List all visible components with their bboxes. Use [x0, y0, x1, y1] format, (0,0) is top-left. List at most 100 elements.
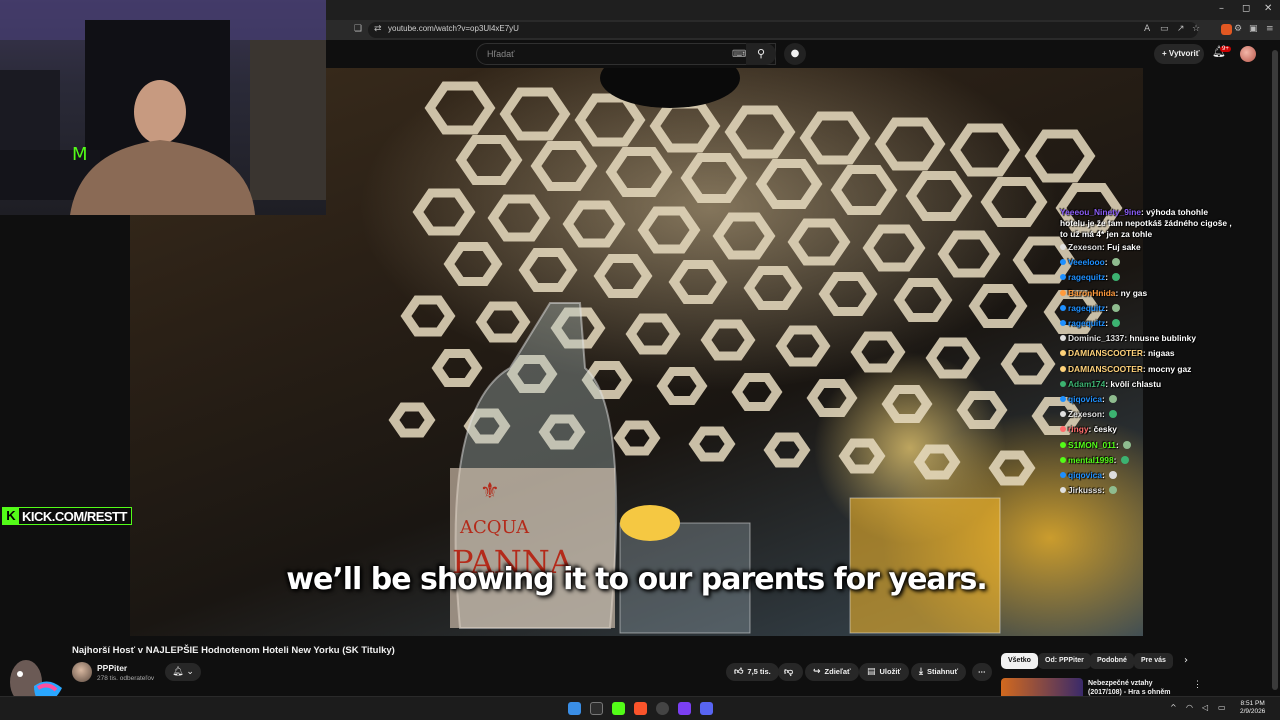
recommended-thumbnail[interactable] — [1001, 678, 1083, 696]
kick-url: KICK.COM/RESTT — [22, 508, 127, 524]
start-icon[interactable] — [568, 702, 581, 715]
video-info-panel: Najhorší Hosť v NAJLEPŠIE Hodnotenom Hot… — [0, 636, 1280, 696]
chat-username: Yeeeou_Ninety_9ine — [1060, 207, 1141, 217]
chip-for-you[interactable]: Pre vás — [1134, 653, 1173, 669]
lattice-cell — [688, 426, 736, 462]
chat-username: DAMIANSCOOTER — [1068, 363, 1143, 374]
chat-badge-icon — [1060, 335, 1066, 342]
chip-all[interactable]: Všetko — [1001, 653, 1038, 669]
chat-username: DAMIANSCOOTER — [1068, 348, 1143, 359]
lattice-cell — [499, 87, 571, 141]
url-text[interactable]: youtube.com/watch?v=op3Ul4xE7yU — [388, 24, 519, 33]
chat-username: qiqovica — [1068, 470, 1102, 481]
recommended-menu-icon[interactable]: ⋮ — [1193, 679, 1202, 690]
extensions-icon[interactable]: ⚙ — [1234, 24, 1242, 34]
clock-time: 8:51 PM — [1240, 700, 1265, 707]
share-label: Zdieľať — [824, 667, 851, 676]
chat-message: DAMIANSCOOTER: nigaas — [1060, 346, 1235, 361]
subscription-bell-button[interactable]: 🔔︎ ⌄ — [165, 663, 201, 681]
chat-badge-icon — [1060, 472, 1066, 479]
browser-menu-icon[interactable]: ≡ — [1266, 24, 1274, 34]
chat-message: qiqovica: — [1060, 392, 1235, 407]
close-icon[interactable]: ✕ — [1264, 3, 1272, 14]
volume-icon[interactable]: ◁ — [1202, 703, 1208, 712]
keyboard-icon[interactable]: ⌨ — [732, 49, 746, 60]
search-input[interactable]: Hľadať ⌨ — [476, 43, 776, 65]
brave-shield-icon[interactable] — [1221, 24, 1232, 35]
minimize-icon[interactable]: – — [1219, 3, 1224, 14]
chat-message: Adam174: kvôli chlastu — [1060, 377, 1235, 392]
stream-chat-overlay: Yeeeou_Ninety_9ine: výhoda tohohle hotel… — [1060, 207, 1235, 498]
chat-message: Zexeson: Fuj sake — [1060, 240, 1235, 255]
translate-icon[interactable]: A — [1144, 24, 1150, 34]
kick-channel-banner: K KICK.COM/RESTT — [2, 507, 132, 525]
dislike-button[interactable]: 👎︎ — [778, 663, 804, 681]
voice-search-button[interactable]: ● — [784, 43, 806, 65]
lattice-cell — [850, 331, 906, 373]
site-info-icon[interactable]: ⇄ — [374, 24, 382, 34]
system-clock[interactable]: 8:51 PM 2/9/2026 — [1240, 700, 1265, 716]
save-button[interactable]: ▤ Uložiť — [859, 663, 910, 681]
lattice-cell — [862, 224, 926, 272]
bookmark-star-icon[interactable]: ☆ — [1192, 24, 1200, 34]
lattice-cell — [743, 266, 803, 310]
lattice-cell — [518, 248, 578, 292]
lattice-cell — [625, 313, 681, 355]
lattice-cell — [893, 278, 953, 322]
lattice-cell — [763, 432, 811, 468]
chat-message: ragequitz: — [1060, 316, 1235, 331]
chip-related[interactable]: Podobné — [1090, 653, 1134, 669]
chat-message: ragequitz: — [1060, 270, 1235, 285]
terminal-icon[interactable] — [590, 702, 603, 715]
chip-from-channel[interactable]: Od: PPPiter — [1038, 653, 1091, 669]
like-button[interactable]: 👍︎ 7,5 tis. — [726, 663, 779, 681]
share-button[interactable]: ↪ Zdieľať — [805, 663, 859, 681]
lattice-cell — [593, 254, 653, 298]
lattice-cell — [1000, 343, 1056, 385]
chevron-right-icon[interactable]: › — [1184, 655, 1188, 666]
chat-username: ragequitz — [1068, 318, 1106, 329]
chat-username: Adam174 — [1068, 378, 1106, 389]
microphone-icon: ● — [790, 48, 800, 59]
wifi-icon[interactable]: ◠ — [1186, 703, 1193, 712]
wallet-icon[interactable]: ▣ — [1249, 24, 1258, 34]
chat-badge-icon — [1060, 456, 1066, 463]
chat-text: ny gas — [1120, 287, 1148, 298]
chat-message: qiqovica: — [1060, 468, 1235, 483]
search-button[interactable]: ⚲ — [746, 43, 776, 65]
download-button[interactable]: ⤓ Stiahnuť — [911, 663, 967, 681]
svg-text:⚜: ⚜ — [480, 479, 500, 504]
obs-icon[interactable] — [656, 702, 669, 715]
chat-text: česky — [1093, 424, 1117, 435]
kick-app-icon[interactable] — [612, 702, 625, 715]
chat-username: mental1998 — [1068, 454, 1114, 465]
channel-avatar[interactable] — [72, 662, 92, 682]
brave-browser-icon[interactable] — [634, 702, 647, 715]
recommended-title[interactable]: Nebezpečné vztahy (2017/108) - Hra s ohn… — [1088, 679, 1188, 697]
bookmark-icon[interactable]: ❏ — [354, 24, 362, 34]
cast-icon[interactable]: ▭ — [1160, 24, 1169, 34]
lattice-cell — [980, 177, 1048, 227]
share-page-icon[interactable]: ↗ — [1177, 24, 1185, 34]
chat-message: DAMIANSCOOTER: mocny gaz — [1060, 362, 1235, 377]
download-label: Stiahnuť — [926, 667, 959, 676]
chat-emote-icon — [1109, 486, 1118, 495]
tray-chevron-icon[interactable]: ^ — [1170, 703, 1177, 712]
like-count: 7,5 tis. — [747, 667, 771, 676]
battery-icon[interactable]: ▭ — [1218, 703, 1226, 712]
svg-text:M: M — [72, 144, 88, 165]
page-scrollbar[interactable] — [1270, 40, 1280, 696]
create-button[interactable]: + Vytvoriť — [1154, 44, 1204, 64]
channel-name[interactable]: PPPiter — [97, 663, 127, 673]
maximize-icon[interactable]: ◻ — [1242, 3, 1250, 14]
account-avatar[interactable] — [1240, 46, 1256, 62]
chat-message: ragequitz: — [1060, 301, 1235, 316]
address-bar-row: ❏ ⇄ youtube.com/watch?v=op3Ul4xE7yU A ▭ … — [326, 20, 1280, 40]
more-actions-button[interactable]: ⋯ — [972, 663, 992, 681]
discord-icon[interactable] — [700, 702, 713, 715]
lattice-cell — [913, 444, 961, 480]
chat-badge-icon — [1060, 289, 1066, 296]
app-icon[interactable] — [678, 702, 691, 715]
video-subtitle: we’ll be showing it to our parents for y… — [286, 562, 987, 597]
scrollbar-thumb[interactable] — [1272, 50, 1278, 690]
